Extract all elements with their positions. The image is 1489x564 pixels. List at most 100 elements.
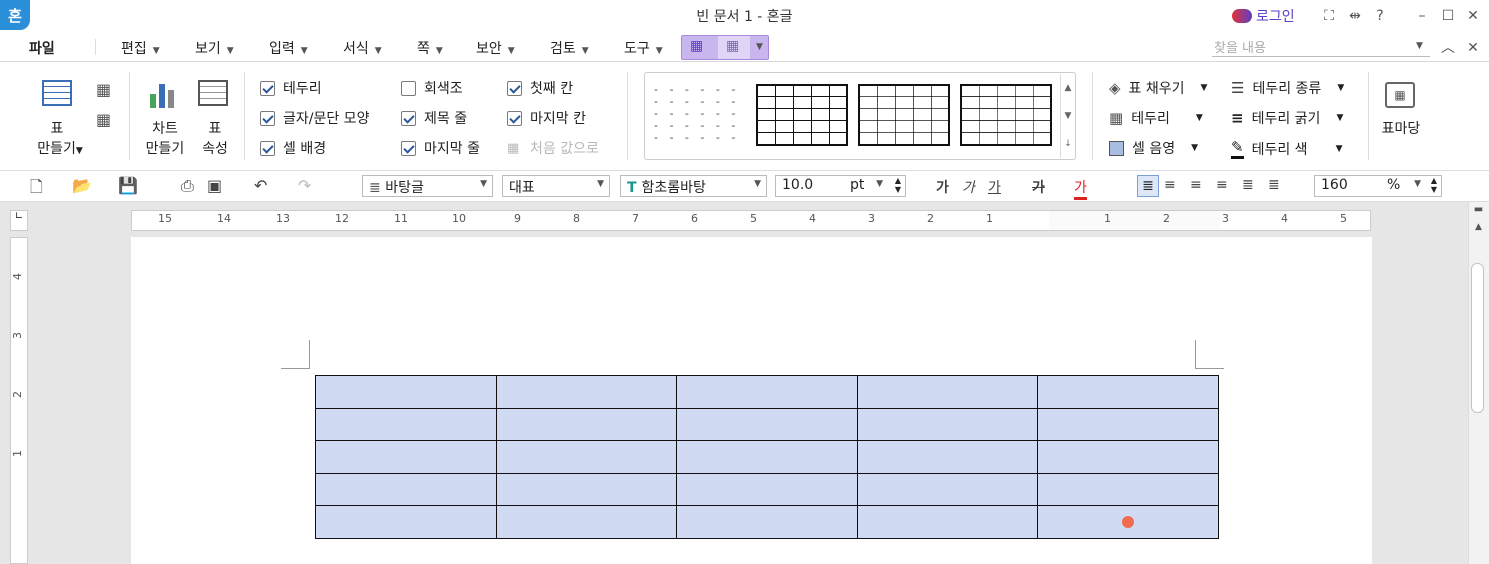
table-cell[interactable] (1037, 472, 1219, 507)
opt-grayscale[interactable]: 회색조 (401, 78, 463, 98)
search-dropdown-icon[interactable]: ▼ (1416, 41, 1423, 51)
border-color-button[interactable]: ✎ 테두리 색 ▼ (1231, 138, 1342, 159)
italic-button[interactable]: 가 (962, 177, 975, 197)
table-cell[interactable] (676, 407, 858, 442)
table-cell[interactable] (676, 472, 858, 507)
chart-create-button[interactable]: 만들기 (140, 138, 190, 158)
table-layout-icon[interactable]: ▦ (726, 38, 739, 54)
checkbox[interactable] (401, 140, 416, 156)
table-props-button[interactable]: 속성 (198, 138, 232, 158)
table-cell[interactable] (856, 375, 1039, 409)
strike-button[interactable]: 가 (1032, 177, 1045, 197)
erase-table-icon[interactable]: ▦ (96, 110, 111, 129)
menu-review[interactable]: 검토 ▼ (550, 38, 589, 58)
maximize-icon[interactable]: ☐ (1438, 6, 1458, 26)
ctx-dropdown-icon[interactable]: ▼ (756, 42, 763, 52)
search-input[interactable]: 찾을 내용 (1212, 37, 1430, 57)
table-cell[interactable] (676, 440, 858, 474)
table-madang-icon[interactable]: ▦ (1385, 82, 1415, 108)
language-select[interactable]: 대표 ▼ (502, 175, 610, 197)
table-cell[interactable] (315, 440, 497, 474)
table-design-icon[interactable]: ▦ (690, 38, 703, 54)
checkbox[interactable] (507, 80, 522, 96)
close-doc-icon[interactable]: ✕ (1463, 38, 1483, 58)
menu-format[interactable]: 서식 ▼ (343, 38, 382, 58)
border-type-button[interactable]: ☰ 테두리 종류 ▼ (1231, 78, 1344, 98)
table-props-label-1[interactable]: 표 (198, 118, 232, 138)
menu-edit[interactable]: 편집 ▼ (121, 38, 160, 58)
checkbox[interactable] (260, 80, 275, 96)
table-cell[interactable] (315, 375, 497, 409)
font-color-button[interactable]: 가 (1074, 177, 1087, 200)
menu-tools[interactable]: 도구 ▼ (624, 38, 663, 58)
table-cell[interactable] (315, 472, 497, 507)
table-cell[interactable] (315, 407, 497, 442)
table-style-mixed[interactable] (960, 84, 1052, 146)
font-size-select[interactable]: 10.0 pt ▼ ▲ ▼ (775, 175, 906, 197)
table-create-icon[interactable] (42, 80, 72, 106)
gallery-scroll[interactable]: ▲ ▼ ↓ (1060, 74, 1075, 158)
print-icon[interactable]: ⎙ (181, 176, 194, 196)
style-select[interactable]: ≣ 바탕글 ▼ (362, 175, 493, 197)
menu-file[interactable]: 파일 (29, 38, 55, 58)
open-folder-icon[interactable]: 📂 (72, 176, 92, 195)
align-divide-button[interactable]: ≣ (1268, 177, 1280, 193)
redo-icon[interactable]: ↷ (298, 176, 311, 195)
cell-shade-button[interactable]: 셀 음영 ▼ (1109, 138, 1198, 158)
align-distribute-button[interactable]: ≣ (1242, 177, 1254, 193)
underline-button[interactable]: 가 (988, 177, 1001, 197)
table-cell[interactable] (495, 505, 678, 539)
zoom-select[interactable]: 160% ▼ ▲ ▼ (1314, 175, 1442, 197)
table-cell[interactable] (856, 505, 1039, 539)
table-create-label-1[interactable]: 표 (30, 118, 84, 138)
table-cell[interactable] (495, 472, 678, 507)
table-cell[interactable] (1037, 407, 1219, 442)
border-width-button[interactable]: ≡ 테두리 굵기 ▼ (1231, 108, 1343, 128)
table-cell[interactable] (495, 440, 678, 474)
fullscreen-icon[interactable]: ⛶ (1319, 6, 1339, 26)
table-cell[interactable] (676, 505, 858, 539)
scroll-thumb[interactable] (1471, 263, 1484, 413)
checkbox[interactable] (401, 80, 416, 96)
table-cell[interactable] (856, 472, 1039, 507)
menu-security[interactable]: 보안 ▼ (476, 38, 515, 58)
reset-defaults-button[interactable]: ▦ 처음 값으로 (507, 138, 599, 158)
opt-cell-bg[interactable]: 셀 배경 (260, 138, 326, 158)
opt-last-col[interactable]: 마지막 칸 (507, 108, 586, 128)
zoom-spinner[interactable]: ▲ ▼ (1431, 176, 1437, 194)
table-madang-button[interactable]: 표마당 (1378, 118, 1424, 138)
minimize-icon[interactable]: – (1412, 6, 1432, 26)
table-cell[interactable] (1037, 440, 1219, 474)
table-cell[interactable] (1037, 375, 1219, 409)
checkbox[interactable] (507, 110, 522, 126)
scroll-up-icon[interactable]: ▲ (1471, 222, 1486, 236)
document-table[interactable] (315, 375, 1219, 539)
close-icon[interactable]: ✕ (1463, 6, 1483, 26)
font-select[interactable]: T 함초롬바탕 ▼ (620, 175, 767, 197)
table-create-button[interactable]: 만들기▼ (30, 138, 90, 158)
align-justify-button[interactable]: ≣ (1137, 175, 1159, 197)
menu-insert[interactable]: 입력 ▼ (269, 38, 308, 58)
split-icon[interactable]: ⇹ (1345, 6, 1365, 26)
chart-create-icon[interactable] (150, 82, 180, 108)
table-style-grid[interactable] (756, 84, 848, 146)
help-icon[interactable]: ? (1370, 6, 1390, 26)
vertical-ruler[interactable]: 4 3 2 1 (10, 237, 28, 564)
table-cell[interactable] (495, 375, 678, 409)
table-context-tabs[interactable]: ▦ ▦ ▼ (681, 35, 769, 60)
horizontal-ruler[interactable]: 15 14 13 12 11 10 9 8 7 6 5 4 3 2 1 1 2 … (131, 210, 1371, 231)
menu-page[interactable]: 쪽 ▼ (417, 38, 443, 58)
table-cell[interactable] (856, 407, 1039, 442)
table-cell[interactable] (676, 375, 858, 409)
checkbox[interactable] (260, 140, 275, 156)
checkbox[interactable] (401, 110, 416, 126)
table-style-dotted[interactable] (858, 84, 950, 146)
table-props-icon[interactable] (198, 80, 228, 106)
align-left-button[interactable]: ≡ (1164, 177, 1176, 193)
table-cell[interactable] (315, 505, 497, 539)
preview-icon[interactable]: ▣ (207, 176, 222, 195)
split-view-icon[interactable]: ▬ (1471, 204, 1486, 216)
chart-create-label-1[interactable]: 차트 (140, 118, 190, 138)
opt-header-row[interactable]: 제목 줄 (401, 108, 467, 128)
undo-icon[interactable]: ↶ (254, 176, 267, 195)
